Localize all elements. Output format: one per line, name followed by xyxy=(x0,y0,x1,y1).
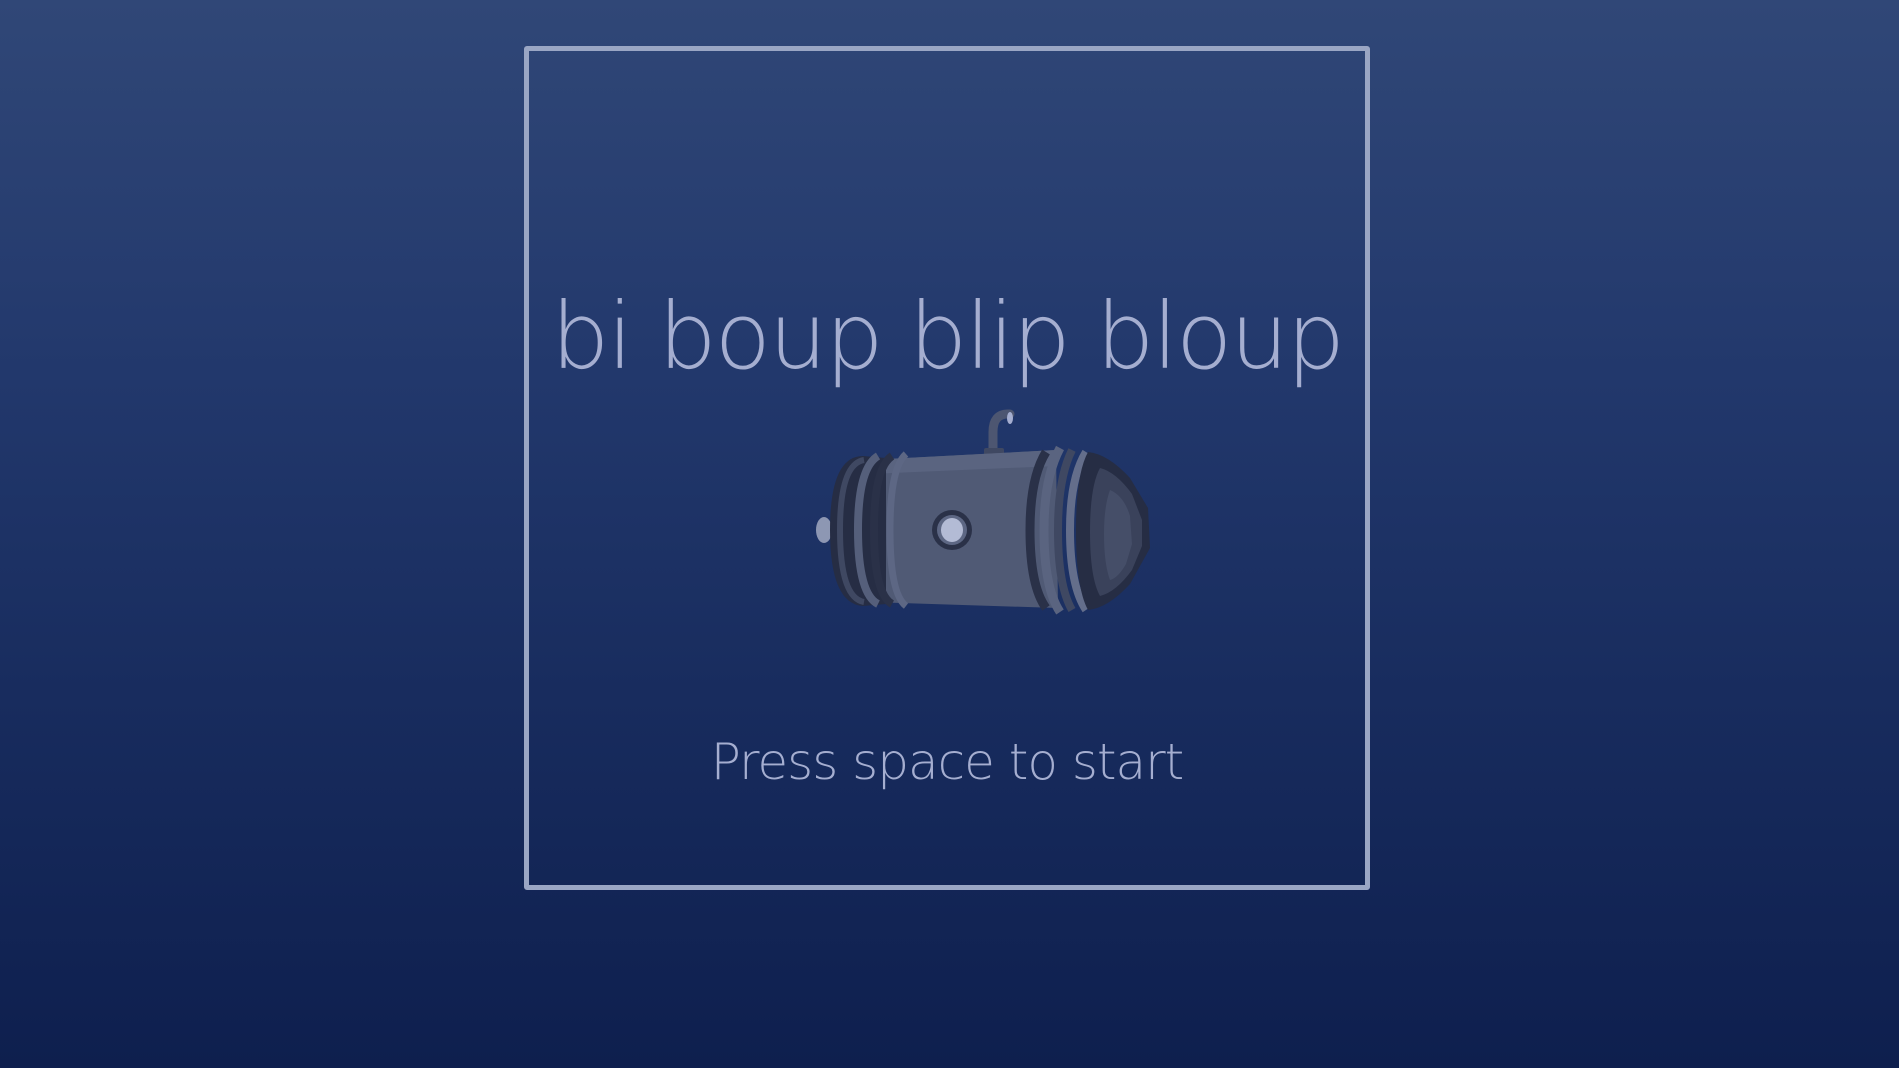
game-title: bi boup blip bloup xyxy=(551,283,1345,390)
start-prompt: Press space to start xyxy=(710,733,1185,791)
submarine-icon xyxy=(808,408,1168,626)
